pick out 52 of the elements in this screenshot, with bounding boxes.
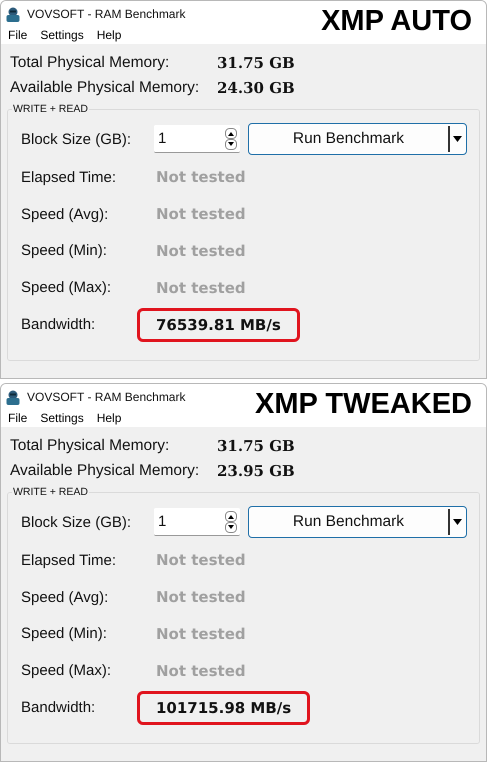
block-size-field[interactable]: 1 bbox=[154, 125, 240, 153]
memory-value: 31.75 GB bbox=[217, 54, 295, 72]
result-value: Not tested bbox=[155, 550, 247, 572]
memory-value: 24.30 GB bbox=[217, 79, 295, 97]
field-label: Bandwidth: bbox=[21, 316, 96, 334]
caption-label: XMP AUTO bbox=[321, 5, 472, 37]
field-label: Speed (Min): bbox=[21, 242, 108, 260]
field-label: Speed (Max): bbox=[21, 662, 112, 680]
field-label: Elapsed Time: bbox=[21, 168, 118, 186]
memory-label: Total Physical Memory: bbox=[10, 54, 170, 72]
run-benchmark-button[interactable]: Run Benchmark bbox=[248, 506, 467, 538]
memory-label: Available Physical Memory: bbox=[10, 462, 200, 480]
menu-item[interactable]: File bbox=[8, 411, 28, 425]
menu-item[interactable]: Settings bbox=[40, 28, 84, 42]
window-title: VOVSOFT - RAM Benchmark bbox=[27, 6, 186, 20]
run-benchmark-button[interactable]: Run Benchmark bbox=[248, 123, 467, 155]
menu-item[interactable]: Help bbox=[96, 28, 122, 42]
caret-icon[interactable] bbox=[453, 136, 462, 142]
menu-item[interactable]: Settings bbox=[40, 411, 84, 425]
result-value: Not tested bbox=[155, 167, 247, 188]
field-label: Block Size (GB): bbox=[21, 130, 132, 148]
window-title: VOVSOFT - RAM Benchmark bbox=[27, 390, 186, 404]
spin-buttons-icon[interactable] bbox=[225, 510, 237, 532]
caret-icon[interactable] bbox=[453, 519, 462, 525]
result-value: 76539.81 MB/s bbox=[137, 308, 300, 342]
result-value: Not tested bbox=[155, 624, 247, 645]
field-label: Speed (Min): bbox=[21, 625, 108, 642]
group-title: WRITE + READ bbox=[12, 486, 89, 498]
field-label: Speed (Max): bbox=[21, 279, 112, 296]
memory-value: 31.75 GB bbox=[217, 437, 295, 455]
result-value: Not tested bbox=[155, 278, 247, 299]
menu-item[interactable]: File bbox=[8, 28, 28, 42]
app-icon bbox=[5, 6, 21, 22]
field-label: Block Size (GB): bbox=[21, 514, 132, 530]
result-value: Not tested bbox=[155, 204, 247, 226]
field-label: Elapsed Time: bbox=[21, 552, 118, 569]
memory-label: Available Physical Memory: bbox=[10, 79, 200, 97]
spin-buttons-icon[interactable] bbox=[225, 128, 237, 150]
result-value: 101715.98 MB/s bbox=[137, 690, 310, 725]
field-label: Bandwidth: bbox=[21, 699, 96, 716]
app-icon bbox=[5, 388, 21, 404]
result-value: Not tested bbox=[155, 240, 247, 262]
memory-value: 23.95 GB bbox=[217, 462, 295, 480]
memory-label: Total Physical Memory: bbox=[10, 437, 170, 455]
group-title: WRITE + READ bbox=[12, 103, 89, 115]
field-label: Speed (Avg): bbox=[21, 588, 110, 606]
field-label: Speed (Avg): bbox=[21, 206, 110, 223]
result-value: Not tested bbox=[155, 660, 247, 682]
menu-item[interactable]: Help bbox=[96, 411, 122, 425]
block-size-field[interactable]: 1 bbox=[154, 508, 240, 536]
result-value: Not tested bbox=[155, 587, 247, 608]
caption-label: XMP TWEAKED bbox=[255, 388, 472, 420]
